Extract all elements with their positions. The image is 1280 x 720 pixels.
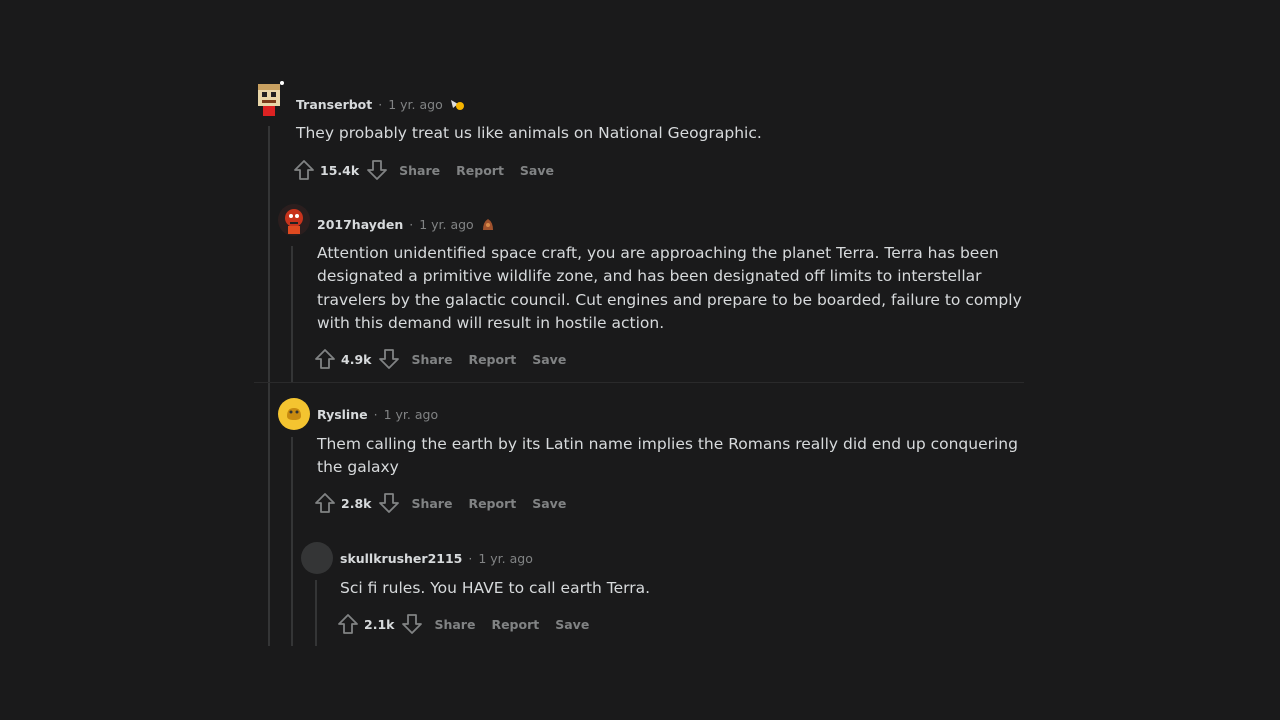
separator-dot: · <box>378 96 383 112</box>
award-icon[interactable] <box>449 96 465 112</box>
vote-score: 4.9k <box>341 351 372 367</box>
share-button[interactable]: Share <box>411 496 452 511</box>
downvote-icon[interactable] <box>377 491 401 515</box>
separator-dot: · <box>468 551 473 566</box>
timestamp[interactable]: 1 yr. ago <box>388 97 443 112</box>
share-button[interactable]: Share <box>434 617 475 632</box>
timestamp[interactable]: 1 yr. ago <box>419 217 474 232</box>
thread-line-level-1[interactable] <box>268 126 270 646</box>
avatar[interactable] <box>301 542 333 574</box>
vote-score: 2.1k <box>364 616 395 632</box>
comment-body: Sci fi rules. You HAVE to call earth Ter… <box>340 579 651 597</box>
separator-dot: · <box>373 407 378 422</box>
author-name[interactable]: Rysline <box>317 407 368 422</box>
timestamp[interactable]: 1 yr. ago <box>384 407 439 422</box>
report-button[interactable]: Report <box>468 352 516 367</box>
upvote-icon[interactable] <box>336 612 360 636</box>
author-name[interactable]: skullkrusher2115 <box>340 551 462 566</box>
comment-divider <box>254 382 1024 383</box>
downvote-icon[interactable] <box>377 347 401 371</box>
share-button[interactable]: Share <box>411 352 452 367</box>
comment-body: Attention unidentified space craft, you … <box>317 244 1022 332</box>
avatar[interactable] <box>254 80 286 118</box>
avatar[interactable] <box>278 398 310 430</box>
comment-body: Them calling the earth by its Latin name… <box>317 435 1018 477</box>
author-name[interactable]: Transerbot <box>296 97 372 112</box>
thread-line-level-2a[interactable] <box>291 246 293 382</box>
thread-line-level-2b[interactable] <box>291 437 293 646</box>
avatar[interactable] <box>278 204 310 236</box>
upvote-icon[interactable] <box>313 347 337 371</box>
award-icon[interactable] <box>480 216 496 232</box>
timestamp[interactable]: 1 yr. ago <box>478 551 533 566</box>
save-button[interactable]: Save <box>532 352 566 367</box>
upvote-icon[interactable] <box>313 491 337 515</box>
downvote-icon[interactable] <box>365 158 389 182</box>
author-name[interactable]: 2017hayden <box>317 217 403 232</box>
vote-score: 15.4k <box>320 162 360 178</box>
separator-dot: · <box>409 216 414 232</box>
report-button[interactable]: Report <box>468 496 516 511</box>
save-button[interactable]: Save <box>532 496 566 511</box>
save-button[interactable]: Save <box>555 617 589 632</box>
save-button[interactable]: Save <box>520 163 554 178</box>
report-button[interactable]: Report <box>491 617 539 632</box>
downvote-icon[interactable] <box>400 612 424 636</box>
report-button[interactable]: Report <box>456 163 504 178</box>
thread-line-level-3[interactable] <box>315 580 317 646</box>
upvote-icon[interactable] <box>292 158 316 182</box>
vote-score: 2.8k <box>341 495 372 511</box>
share-button[interactable]: Share <box>399 163 440 178</box>
comment-body: They probably treat us like animals on N… <box>296 124 762 142</box>
